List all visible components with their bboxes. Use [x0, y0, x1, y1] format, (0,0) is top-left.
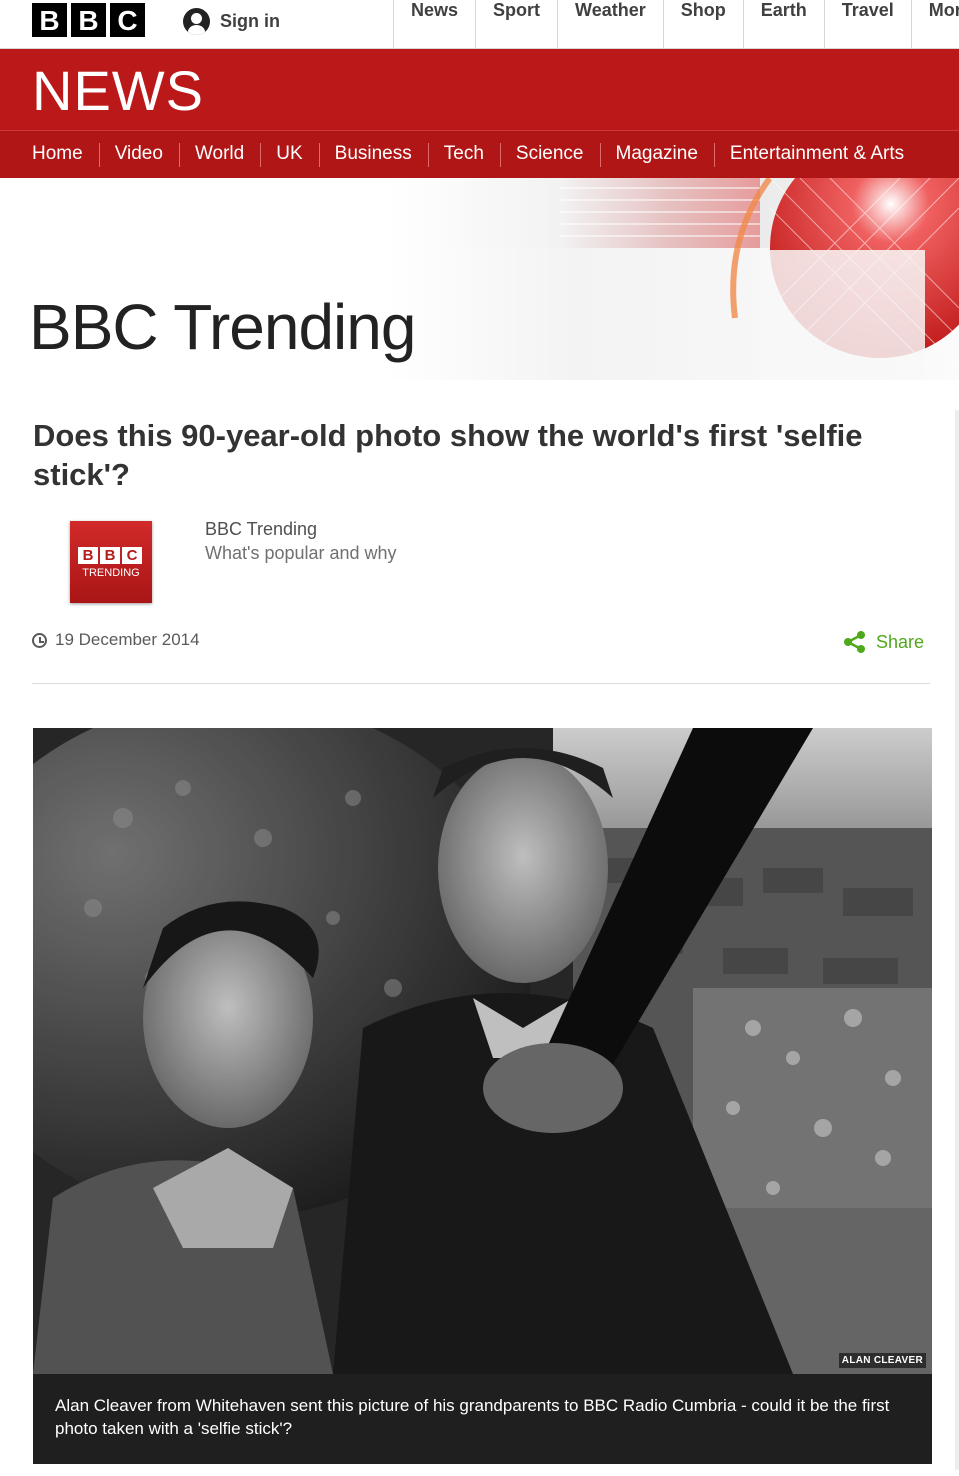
badge-letter: C [122, 547, 142, 564]
logo-letter: B [71, 3, 106, 37]
section-nav-video[interactable]: Video [98, 131, 179, 178]
author-description: What's popular and why [205, 543, 397, 563]
article-date: 19 December 2014 [32, 630, 200, 650]
global-nav-shop[interactable]: Shop [662, 0, 743, 48]
section-nav-home[interactable]: Home [0, 131, 99, 178]
date-label: 19 December 2014 [55, 630, 200, 649]
author-badge-logo: B B C [78, 547, 142, 564]
section-nav: Home Video World UK Business Tech Scienc… [0, 130, 959, 178]
global-nav: News Sport Weather Shop Earth Travel Mor [393, 0, 959, 48]
share-button[interactable]: Share [842, 629, 924, 655]
signin-link[interactable]: Sign in [183, 8, 280, 35]
bbc-logo[interactable]: B B C [32, 3, 145, 37]
author-badge[interactable]: B B C TRENDING [70, 521, 152, 603]
global-nav-news[interactable]: News [393, 0, 475, 48]
global-nav-weather[interactable]: Weather [557, 0, 663, 48]
badge-letter: B [100, 547, 120, 564]
news-title[interactable]: NEWS [32, 58, 204, 123]
section-nav-business[interactable]: Business [318, 131, 428, 178]
section-nav-magazine[interactable]: Magazine [599, 131, 714, 178]
sidebar-edge [955, 410, 959, 1470]
photo-caption: Alan Cleaver from Whitehaven sent this p… [33, 1374, 932, 1464]
logo-letter: C [110, 3, 145, 37]
article-photo: ALAN CLEAVER [33, 728, 932, 1374]
article-headline: Does this 90-year-old photo show the wor… [33, 418, 863, 492]
signin-label: Sign in [220, 11, 280, 31]
page-title: BBC Trending [29, 291, 416, 363]
global-nav-more[interactable]: Mor [910, 0, 959, 48]
share-label: Share [876, 631, 925, 652]
section-nav-entertainment[interactable]: Entertainment & Arts [713, 131, 920, 178]
vintage-photo-graphic [33, 728, 932, 1374]
article-divider [32, 683, 930, 684]
clock-icon [32, 632, 47, 648]
photo-credit: ALAN CLEAVER [838, 1353, 926, 1368]
badge-letter: B [78, 547, 98, 564]
global-nav-travel[interactable]: Travel [823, 0, 911, 48]
section-nav-science[interactable]: Science [499, 131, 600, 178]
global-nav-sport[interactable]: Sport [475, 0, 557, 48]
share-icon [844, 631, 865, 653]
global-nav-earth[interactable]: Earth [742, 0, 824, 48]
author-badge-label: TRENDING [82, 567, 140, 579]
logo-letter: B [32, 3, 67, 37]
global-header: B B C Sign in News Sport Weather Shop Ea… [0, 0, 959, 49]
section-nav-tech[interactable]: Tech [427, 131, 500, 178]
author-name: BBC Trending [205, 519, 318, 539]
section-nav-world[interactable]: World [178, 131, 260, 178]
section-nav-uk[interactable]: UK [260, 131, 318, 178]
user-icon [183, 8, 210, 35]
